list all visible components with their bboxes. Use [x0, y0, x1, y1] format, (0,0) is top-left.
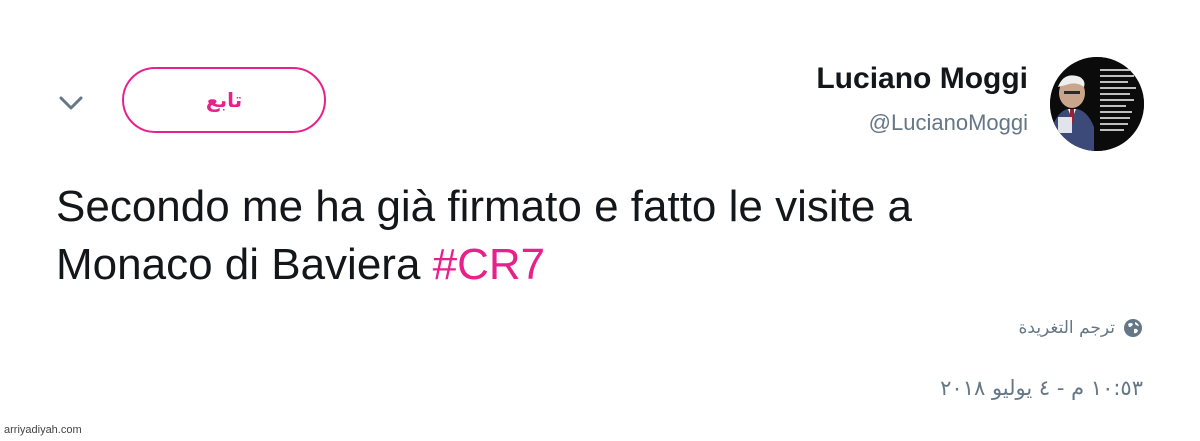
translate-label: ترجم التغريدة [1018, 318, 1115, 338]
avatar-image [1050, 57, 1144, 151]
more-options-chevron[interactable] [56, 88, 86, 118]
hashtag-link[interactable]: #CR7 [433, 240, 546, 289]
tweet-timestamp[interactable]: ١٠:٥٣ م - ٤ يوليو ٢٠١٨ [940, 376, 1143, 400]
translate-tweet-link[interactable]: ترجم التغريدة [1018, 318, 1143, 338]
tweet-text: Secondo me ha già firmato e fatto le vis… [56, 178, 1146, 294]
user-display-name[interactable]: Luciano Moggi [816, 62, 1028, 96]
tweet-line-2-text: Monaco di Baviera [56, 240, 433, 289]
watermark: arriyadiyah.com [4, 424, 82, 436]
user-handle[interactable]: @LucianoMoggi [869, 110, 1028, 136]
tweet-line-1: Secondo me ha già firmato e fatto le vis… [56, 182, 913, 231]
follow-button[interactable]: تابع [122, 67, 326, 133]
globe-icon [1123, 318, 1143, 338]
chevron-down-icon [59, 96, 83, 110]
tweet-line-2: Monaco di Baviera #CR7 [56, 236, 1146, 294]
follow-button-label: تابع [205, 88, 243, 112]
avatar[interactable] [1050, 57, 1144, 151]
